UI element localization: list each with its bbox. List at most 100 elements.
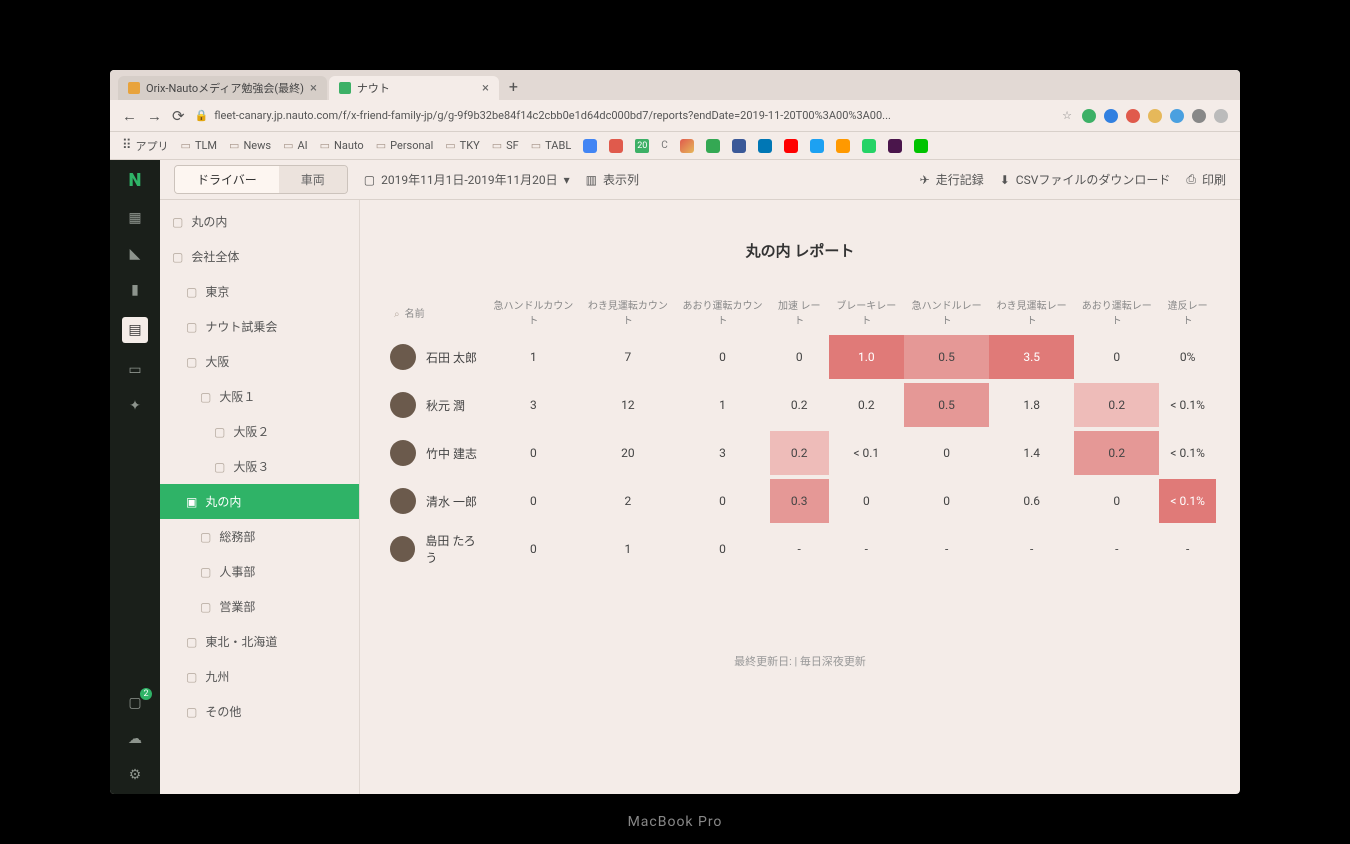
close-icon[interactable]: ×	[482, 81, 489, 96]
driver-cell[interactable]: 島田 たろう	[390, 532, 486, 566]
avatar	[390, 488, 416, 514]
column-header[interactable]: わき見運転レート	[989, 291, 1074, 333]
folder-label: 九州	[205, 668, 229, 685]
bookmark-folder[interactable]: ▭SF	[492, 139, 519, 152]
driver-cell[interactable]: 清水 一郎	[390, 488, 486, 514]
column-header[interactable]: ブレーキレート	[829, 291, 905, 333]
column-header[interactable]: あおり運転カウント	[675, 291, 770, 333]
folder-item[interactable]: ▢総務部	[160, 519, 359, 554]
bookmark-icon[interactable]	[914, 139, 928, 153]
browser-tab[interactable]: Orix-Nautoメディア勉強会(最終) ×	[118, 76, 327, 100]
reports-icon[interactable]: ▤	[122, 317, 148, 343]
apps-button[interactable]: ⠿アプリ	[122, 138, 169, 154]
driver-cell[interactable]: 秋元 潤	[390, 392, 486, 418]
column-header-name[interactable]: 名前	[405, 309, 425, 320]
url-input[interactable]: 🔒 fleet-canary.jp.nauto.com/f/x-friend-f…	[195, 109, 1072, 122]
folder-item[interactable]: ▢営業部	[160, 589, 359, 624]
column-header[interactable]: 急ハンドルレート	[904, 291, 989, 333]
extension-icon[interactable]	[1104, 109, 1118, 123]
logo-icon[interactable]: N	[129, 170, 142, 191]
column-header[interactable]: あおり運転レート	[1074, 291, 1159, 333]
folder-item[interactable]: ▢ナウト試乗会	[160, 309, 359, 344]
bookmark-folder[interactable]: ▭TABL	[531, 139, 572, 152]
extension-icon[interactable]	[1148, 109, 1162, 123]
folder-item[interactable]: ▢人事部	[160, 554, 359, 589]
column-header[interactable]: 加速 レート	[770, 291, 829, 333]
folder-item[interactable]: ▢東北・北海道	[160, 624, 359, 659]
folder-item[interactable]: ▢大阪３	[160, 449, 359, 484]
seg-driver-button[interactable]: ドライバー	[175, 166, 279, 193]
driver-cell[interactable]: 竹中 建志	[390, 440, 486, 466]
extension-icon[interactable]	[1126, 109, 1140, 123]
data-cell: 0.6	[989, 477, 1074, 525]
star-icon[interactable]: ☆	[1062, 109, 1072, 122]
bookmark-icon[interactable]	[784, 139, 798, 153]
avatar-icon[interactable]	[1214, 109, 1228, 123]
column-header[interactable]: 違反レート	[1159, 291, 1216, 333]
upload-icon[interactable]: ☁	[126, 730, 144, 748]
csv-label: CSVファイルのダウンロード	[1016, 171, 1171, 188]
date-range-picker[interactable]: ▢ 2019年11月1日-2019年11月20日 ▾	[364, 171, 570, 188]
folder-icon: ▢	[186, 635, 197, 649]
back-button[interactable]: ←	[122, 107, 137, 125]
folder-item[interactable]: ▢九州	[160, 659, 359, 694]
dashboard-icon[interactable]: ▦	[126, 209, 144, 227]
close-icon[interactable]: ×	[310, 81, 317, 96]
video-icon[interactable]: ▮	[126, 281, 144, 299]
map-icon[interactable]: ◣	[126, 245, 144, 263]
driver-cell[interactable]: 石田 太郎	[390, 344, 486, 370]
folder-item[interactable]: ▢大阪１	[160, 379, 359, 414]
trip-log-button[interactable]: ✈ 走行記録	[920, 171, 984, 188]
search-icon[interactable]: ⌕	[394, 309, 400, 320]
bookmark-folder[interactable]: ▭TKY	[445, 139, 479, 152]
bookmark-folder[interactable]: ▭News	[229, 139, 271, 152]
extension-icon[interactable]	[1082, 109, 1096, 123]
driver-name: 島田 たろう	[425, 532, 486, 566]
bookmark-icon[interactable]	[836, 139, 850, 153]
bookmark-icon[interactable]	[862, 139, 876, 153]
data-cell: 0.3	[770, 477, 829, 525]
bookmark-icon[interactable]	[810, 139, 824, 153]
folder-label: 東京	[205, 283, 229, 300]
bookmark-icon[interactable]	[732, 139, 746, 153]
csv-download-button[interactable]: ⬇ CSVファイルのダウンロード	[1000, 171, 1171, 188]
bookmark-folder[interactable]: ▭Personal	[376, 139, 434, 152]
bookmark-icon[interactable]: 20	[635, 139, 649, 153]
folder-item[interactable]: ▢東京	[160, 274, 359, 309]
column-header[interactable]: 急ハンドルカウント	[486, 291, 580, 333]
extension-icon[interactable]	[1170, 109, 1184, 123]
folder-item[interactable]: ▢大阪２	[160, 414, 359, 449]
table-row: 秋元 潤31210.20.20.51.80.2< 0.1%	[384, 381, 1216, 429]
bookmark-icon[interactable]	[888, 139, 902, 153]
seg-vehicle-button[interactable]: 車両	[279, 166, 347, 193]
print-button[interactable]: ⎙ 印刷	[1186, 171, 1226, 188]
column-header[interactable]: わき見運転カウント	[581, 291, 676, 333]
bookmark-folder[interactable]: ▭Nauto	[320, 139, 364, 152]
folder-icon: ▢	[200, 390, 211, 404]
new-tab-button[interactable]: +	[501, 73, 526, 100]
bookmark-icon[interactable]	[758, 139, 772, 153]
bookmark-icon[interactable]	[609, 139, 623, 153]
folder-root[interactable]: ▢ 丸の内	[160, 204, 359, 239]
bookmark-icon[interactable]	[680, 139, 694, 153]
forward-button[interactable]: →	[147, 107, 162, 125]
folder-item[interactable]: ▢その他	[160, 694, 359, 729]
doc-icon[interactable]: ▭	[126, 361, 144, 379]
bookmark-label[interactable]: C	[661, 140, 668, 151]
folder-item[interactable]: ▢会社全体	[160, 239, 359, 274]
bookmark-folder[interactable]: ▭TLM	[181, 139, 218, 152]
bookmark-icon[interactable]	[583, 139, 597, 153]
chat-icon[interactable]: ▢	[126, 694, 144, 712]
browser-tab-active[interactable]: ナウト ×	[329, 76, 499, 100]
laptop-brand: MacBook Pro	[628, 814, 723, 830]
bookmark-folder[interactable]: ▭AI	[283, 139, 308, 152]
data-cell: -	[770, 525, 829, 573]
reload-button[interactable]: ⟳	[172, 107, 185, 125]
extension-icon[interactable]	[1192, 109, 1206, 123]
folder-item[interactable]: ▣丸の内	[160, 484, 359, 519]
alerts-icon[interactable]: ✦	[126, 397, 144, 415]
settings-icon[interactable]: ⚙	[126, 766, 144, 784]
bookmark-icon[interactable]	[706, 139, 720, 153]
columns-button[interactable]: ▥ 表示列	[586, 171, 639, 188]
folder-item[interactable]: ▢大阪	[160, 344, 359, 379]
